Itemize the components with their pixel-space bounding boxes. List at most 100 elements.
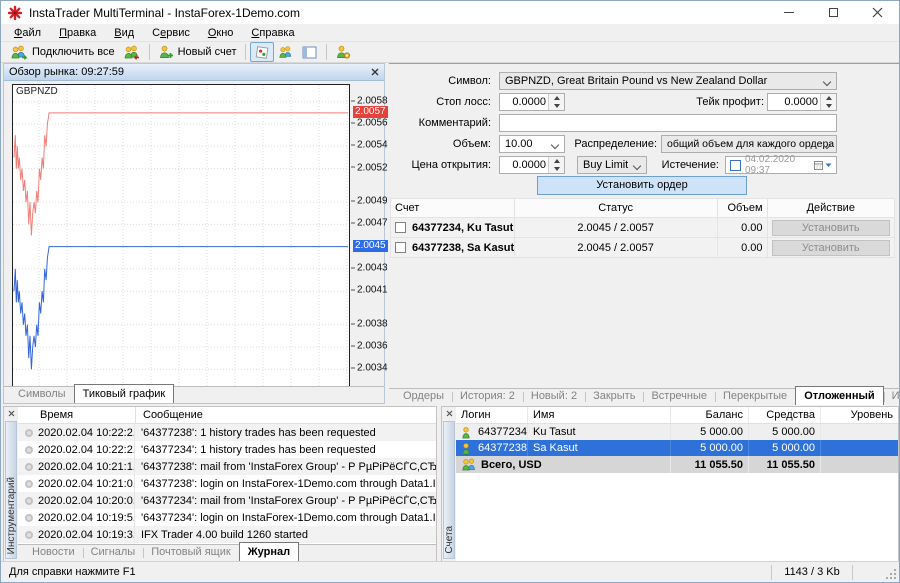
new-account-button[interactable]: Новый счет [154,42,241,62]
journal-entry-icon [25,480,33,488]
price-tick-label: 2.0041 [351,285,388,296]
order-table-row[interactable]: 64377238, Sa Kasut2.0045 / 2.00570.00Уст… [390,238,895,258]
journal-time: 2020.02.04 10:22:2... [38,427,134,439]
order-tab-2[interactable]: Новый: 2 [523,389,585,405]
symbol-select[interactable]: GBPNZD, Great Britain Pound vs New Zeala… [499,72,837,90]
account-row[interactable]: 64377238Sa Kasut5 000.005 000.00 [456,440,898,456]
menu-service[interactable]: Сервис [143,26,199,40]
menu-edit[interactable]: Правка [50,26,105,40]
journal-message: '64377238': login on InstaForex-1Demo.co… [141,478,436,490]
menu-file[interactable]: Файл [5,26,50,40]
header-balance[interactable]: Баланс [671,407,749,423]
journal-tab-2[interactable]: Почтовый ящик [143,545,238,561]
account-checkbox[interactable] [395,242,406,253]
terminal-window-toggle-button[interactable] [298,42,322,62]
account-row[interactable]: 64377234Ku Tasut5 000.005 000.00 [456,424,898,440]
header-time[interactable]: Время [18,407,136,423]
order-tab-5[interactable]: Перекрытые [715,389,795,405]
expiry-checkbox[interactable] [730,160,741,171]
order-type-value: Buy Limit [583,159,628,171]
close-button[interactable] [855,1,899,24]
journal-close-button[interactable] [4,407,18,420]
expiry-label: Истечение: [657,159,719,171]
market-overview-close-button[interactable] [371,68,379,76]
distribution-label: Распределение: [549,138,657,150]
expiry-field[interactable]: 04.02.2020 09:37 [725,156,837,174]
accounts-vertical-tab[interactable]: Счета [443,421,455,559]
header-volume[interactable]: Объем [718,199,768,217]
header-login[interactable]: Логин [456,407,528,423]
header-status[interactable]: Статус [515,199,718,217]
journal-row[interactable]: 2020.02.04 10:21:0...'64377238': login o… [18,475,436,492]
header-level[interactable]: Уровень [821,407,898,423]
market-overview-title: Обзор рынка: 09:27:59 [9,66,124,78]
order-tab-4[interactable]: Встречные [643,389,715,405]
price-tick-label: 2.0038 [351,318,388,329]
menu-view[interactable]: Вид [105,26,143,40]
header-equity[interactable]: Средства [749,407,821,423]
journal-row[interactable]: 2020.02.04 10:22:2...'64377238': 1 histo… [18,424,436,441]
order-table-row[interactable]: 64377234, Ku Tasut2.0045 / 2.00570.00Уст… [390,218,895,238]
menu-window[interactable]: Окно [199,26,243,40]
journal-tab-0[interactable]: Новости [24,545,83,561]
journal-time: 2020.02.04 10:19:3... [38,529,134,541]
market-watch-toggle-button[interactable] [250,42,274,62]
account-settings-button[interactable] [331,42,355,62]
stop-loss-input[interactable]: 0.0000 [499,93,565,111]
minimize-button[interactable] [767,1,811,24]
journal-row[interactable]: 2020.02.04 10:20:0...'64377234': mail fr… [18,492,436,509]
column-divider [134,492,135,509]
disconnect-all-button[interactable] [119,42,145,62]
journal-table-header: Время Сообщение [18,407,436,424]
expiry-calendar-dropdown[interactable] [814,161,832,170]
set-order-button[interactable]: Установить [772,220,891,236]
column-divider [134,458,135,475]
connect-all-button[interactable]: Подключить все [6,42,119,62]
accounts-side-bar: Счета [442,407,456,561]
journal-row[interactable]: 2020.02.04 10:22:2...'64377234': 1 histo… [18,441,436,458]
menu-help[interactable]: Справка [242,26,303,40]
account-checkbox[interactable] [395,222,406,233]
journal-vertical-label: Инструментарий [6,477,17,554]
order-tab-6[interactable]: Отложенный [795,386,883,405]
header-message[interactable]: Сообщение [136,409,203,421]
journal-row[interactable]: 2020.02.04 10:19:3...IFX Trader 4.00 bui… [18,526,436,543]
set-order-button[interactable]: Установить [772,240,891,256]
connect-all-label: Подключить все [32,46,115,58]
header-account[interactable]: Счет [391,199,515,217]
accounts-close-button[interactable] [442,407,456,420]
stop-loss-stepper[interactable] [548,94,564,110]
place-order-button[interactable]: Установить ордер [537,176,747,195]
take-profit-input[interactable]: 0.0000 [767,93,837,111]
order-tab-3[interactable]: Закрыть [585,389,643,405]
market-overview-panel: Обзор рынка: 09:27:59 GBPNZD 2.00582.005… [3,63,385,404]
account-login: 64377238 [478,442,527,454]
journal-row[interactable]: 2020.02.04 10:19:5...'64377234': login o… [18,509,436,526]
market-overview-header: Обзор рынка: 09:27:59 [4,64,384,81]
column-divider [134,424,135,441]
market-watch-tab-1[interactable]: Тиковый график [74,384,175,403]
header-action[interactable]: Действие [768,199,895,217]
comment-input[interactable] [499,114,837,132]
accounts-toggle-button[interactable] [274,42,298,62]
tick-chart-plot: GBPNZD [12,84,350,387]
order-type-select[interactable]: Buy Limit [577,156,647,174]
header-name[interactable]: Имя [528,407,671,423]
order-tab-1[interactable]: История: 2 [452,389,523,405]
journal-tab-1[interactable]: Сигналы [83,545,144,561]
journal-row[interactable]: 2020.02.04 10:21:1...'64377238': mail fr… [18,458,436,475]
journal-tab-3[interactable]: Журнал [239,542,299,561]
journal-vertical-tab[interactable]: Инструментарий [5,421,17,559]
market-watch-tab-0[interactable]: Символы [10,387,74,403]
order-tab-7[interactable]: Изменить [884,389,900,405]
maximize-button[interactable] [811,1,855,24]
resize-grip[interactable] [886,569,896,579]
open-price-input[interactable]: 0.0000 [499,156,565,174]
order-tab-0[interactable]: Ордеры [395,389,452,405]
open-price-stepper[interactable] [548,157,564,173]
take-profit-stepper[interactable] [820,94,836,110]
journal-panel: Инструментарий Время Сообщение 2020.02.0… [3,406,437,562]
account-equity-cell: 5 000.00 [749,424,821,440]
distribution-select[interactable]: общий объем для каждого ордера [661,135,837,153]
close-icon [446,410,453,417]
